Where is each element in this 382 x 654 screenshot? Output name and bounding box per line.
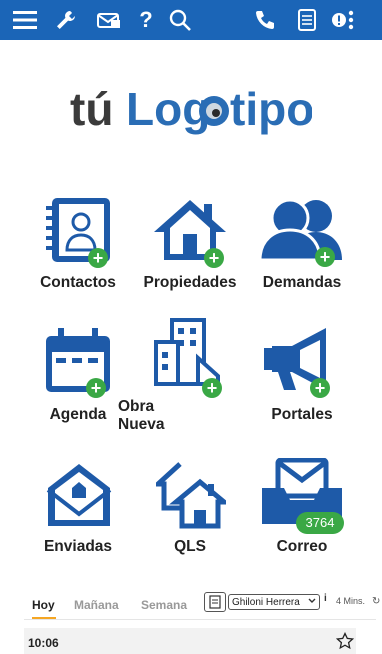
tile-portales[interactable]: + Portales (242, 322, 362, 426)
star-icon[interactable] (336, 632, 354, 650)
svg-text:tú: tú (70, 83, 113, 135)
tile-enviadas[interactable]: Enviadas (18, 458, 138, 558)
document-button[interactable] (204, 592, 226, 612)
tile-label: Enviadas (43, 538, 113, 555)
tile-label: Correo (276, 538, 328, 555)
svg-text:Log: Log (126, 83, 210, 135)
mail-house-icon[interactable] (94, 5, 124, 35)
tile-qls[interactable]: QLS (130, 458, 250, 558)
company-logo: tú Log tipo (70, 77, 314, 141)
tab-semana[interactable]: Semana (141, 598, 187, 612)
tile-label: Obra Nueva (118, 398, 165, 433)
add-portal-icon: + (310, 378, 330, 398)
document-icon[interactable] (294, 5, 320, 35)
phone-icon[interactable] (252, 5, 278, 35)
wrench-icon[interactable] (52, 5, 80, 35)
svg-text:tipo: tipo (230, 83, 312, 135)
help-icon[interactable]: ? (134, 5, 158, 35)
top-bar: ? (0, 0, 382, 40)
tile-obra-nueva[interactable]: + Obra Nueva (118, 316, 250, 433)
envelope-house-icon (46, 464, 112, 526)
document-icon (209, 595, 221, 609)
add-property-icon: + (204, 248, 224, 268)
tab-hoy[interactable]: Hoy (32, 598, 55, 612)
chevron-down-icon (308, 598, 316, 603)
info-icon[interactable]: i (324, 593, 327, 604)
houses-icon (156, 462, 226, 529)
divider (24, 619, 376, 620)
refresh-icon[interactable]: ↻ (372, 596, 380, 607)
event-time: 10:06 (28, 636, 59, 650)
add-appointment-icon: + (86, 378, 106, 398)
tile-contactos[interactable]: + Contactos (18, 192, 138, 292)
unread-count-badge: 3764 (296, 512, 344, 534)
agenda-tabs: Hoy Mañana Semana (24, 590, 382, 620)
agenda-event-row[interactable]: 10:06 (24, 628, 356, 654)
user-select-value: Ghiloni Herrera (232, 597, 300, 608)
megaphone-icon (264, 328, 326, 390)
tile-label: QLS (174, 538, 206, 555)
tile-label: Contactos (40, 274, 116, 291)
add-contact-icon: + (88, 248, 108, 268)
tile-correo[interactable]: Correo (242, 458, 362, 558)
menu-icon[interactable] (10, 5, 40, 35)
tile-demandas[interactable]: + Demandas (242, 192, 362, 292)
tile-label: Portales (271, 406, 333, 423)
more-options-icon[interactable] (346, 5, 356, 35)
add-demand-icon: + (315, 247, 335, 267)
tile-label: Propiedades (143, 274, 237, 291)
tab-manana[interactable]: Mañana (74, 598, 119, 612)
tile-propiedades[interactable]: + Propiedades (130, 192, 250, 292)
tile-label: Demandas (262, 274, 342, 291)
add-new-build-icon: + (202, 378, 222, 398)
search-icon[interactable] (166, 5, 194, 35)
user-select[interactable]: Ghiloni Herrera (228, 594, 320, 610)
refresh-interval: 4 Mins. (336, 596, 366, 606)
